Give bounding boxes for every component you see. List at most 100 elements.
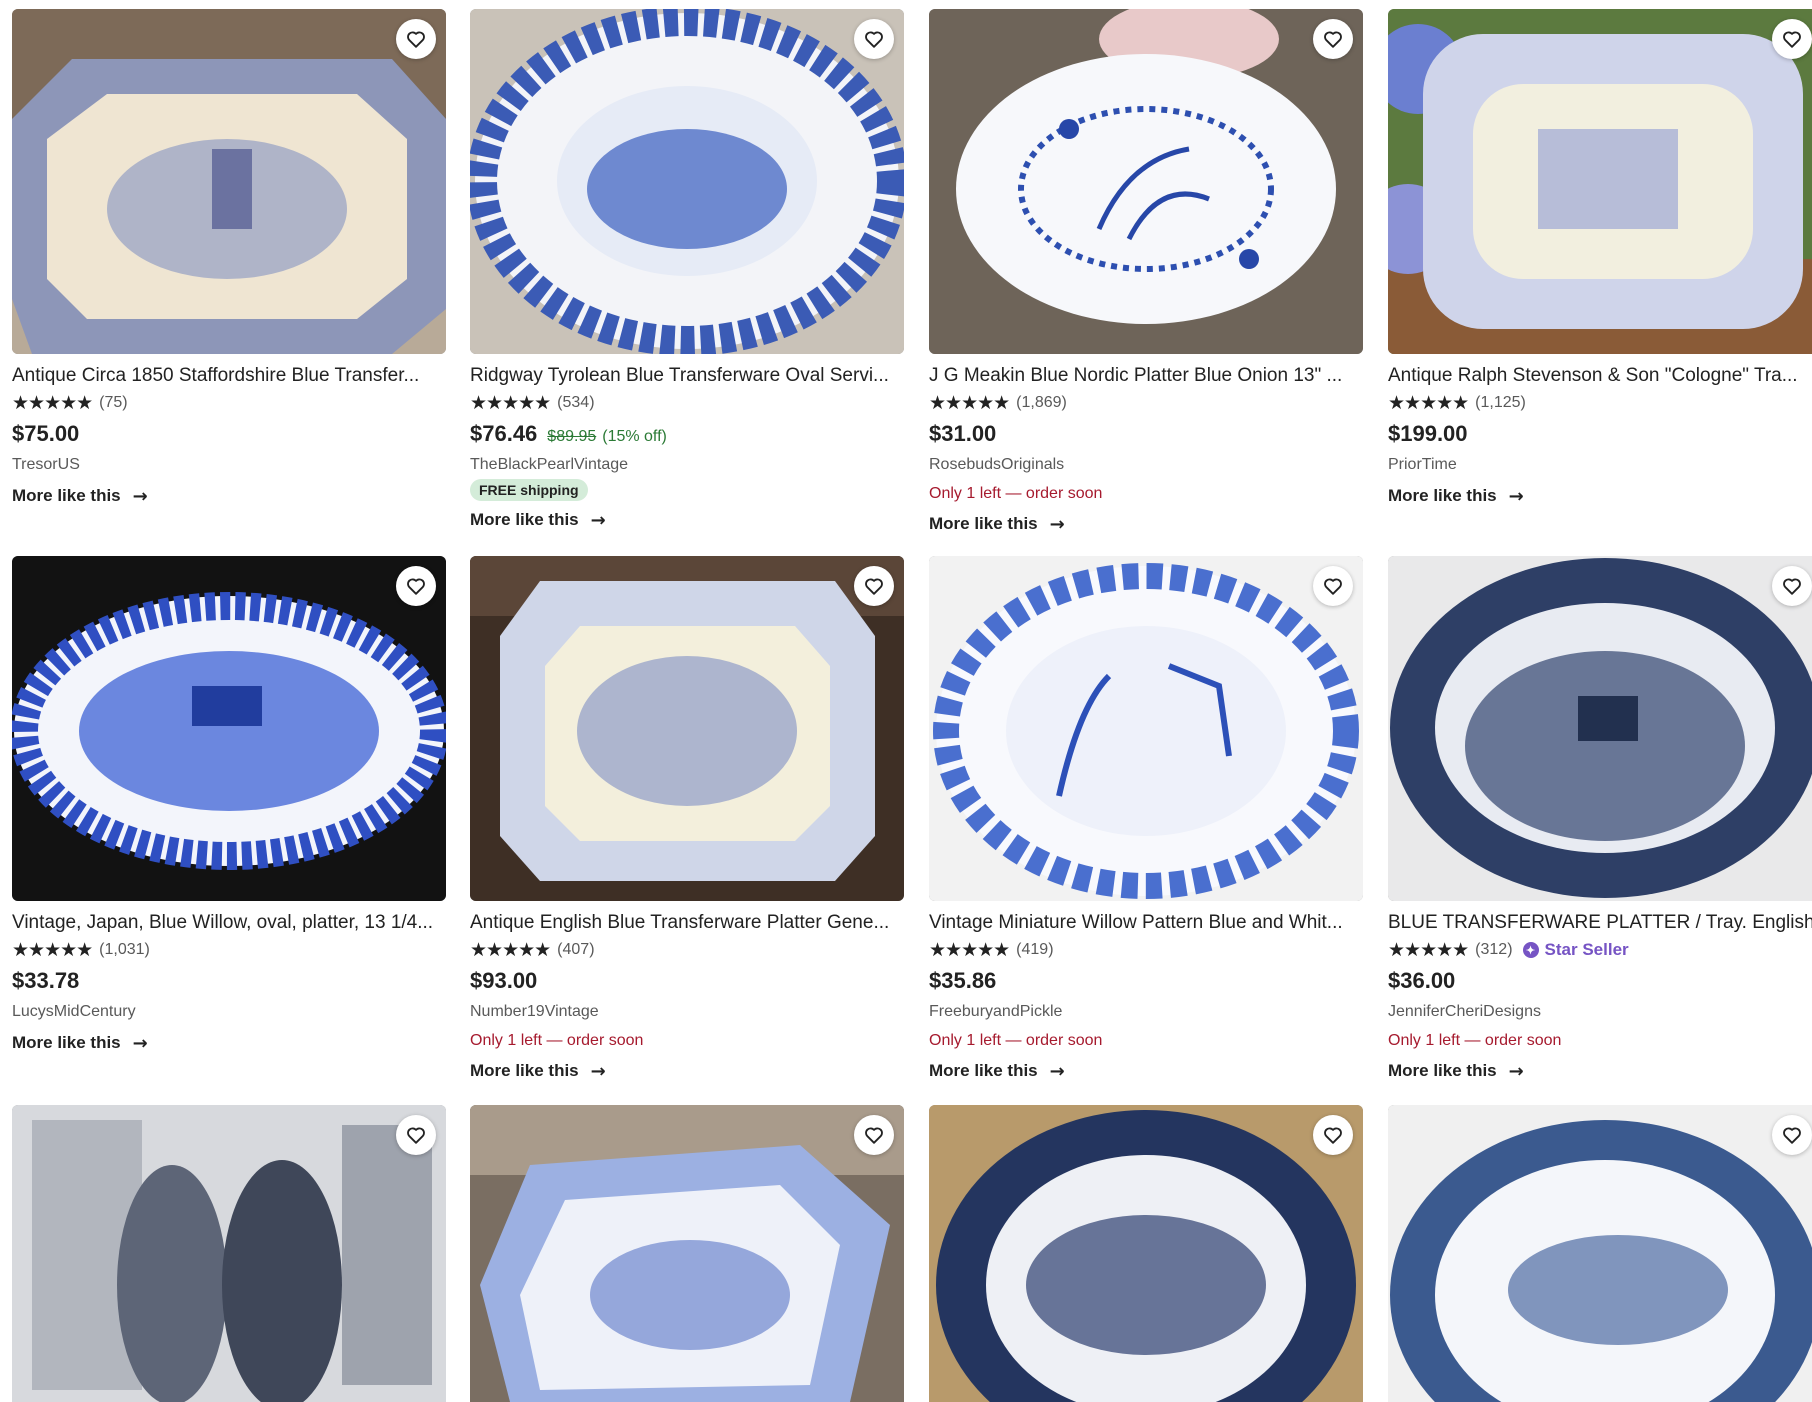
more-like-this-label: More like this: [929, 1061, 1038, 1080]
shop-name[interactable]: PriorTime: [1388, 453, 1812, 477]
more-like-this-button[interactable]: More like this →: [1388, 1058, 1812, 1084]
favorite-button[interactable]: [396, 1115, 436, 1155]
heart-outline-icon: [1783, 578, 1801, 595]
listing-card[interactable]: Vintage Miniature Willow Pattern Blue an…: [929, 556, 1363, 1084]
favorite-button[interactable]: [396, 19, 436, 59]
listing-image[interactable]: [12, 9, 446, 354]
arrow-right-icon: →: [1049, 513, 1065, 535]
arrow-right-icon: →: [590, 1060, 606, 1082]
listing-card[interactable]: [1388, 1105, 1812, 1402]
low-stock-notice: Only 1 left — order soon: [1388, 1032, 1562, 1049]
favorite-button[interactable]: [1313, 19, 1353, 59]
shop-name[interactable]: LucysMidCentury: [12, 1000, 446, 1024]
rating: ★★★★★ (1,869): [929, 391, 1363, 415]
arrow-right-icon: →: [1508, 1060, 1524, 1082]
favorite-button[interactable]: [396, 566, 436, 606]
listing-card[interactable]: Antique Ralph Stevenson & Son "Cologne" …: [1388, 9, 1812, 509]
listing-card[interactable]: Antique Circa 1850 Staffordshire Blue Tr…: [12, 9, 446, 509]
more-like-this-button[interactable]: More like this →: [12, 483, 446, 509]
listing-card[interactable]: Ridgway Tyrolean Blue Transferware Oval …: [470, 9, 904, 533]
listing-title[interactable]: BLUE TRANSFERWARE PLATTER / Tray. Englis…: [1388, 911, 1812, 935]
favorite-button[interactable]: [854, 19, 894, 59]
more-like-this-button[interactable]: More like this →: [12, 1030, 446, 1056]
heart-outline-icon: [1783, 31, 1801, 48]
shop-name[interactable]: TheBlackPearlVintage: [470, 453, 904, 477]
more-like-this-button[interactable]: More like this →: [470, 1058, 904, 1084]
discount: (15% off): [602, 428, 667, 445]
listing-image[interactable]: [1388, 1105, 1812, 1402]
more-like-this-label: More like this: [12, 486, 121, 505]
listing-title[interactable]: Antique English Blue Transferware Platte…: [470, 911, 904, 935]
favorite-button[interactable]: [1772, 19, 1812, 59]
listing-image[interactable]: [470, 1105, 904, 1402]
listing-title[interactable]: Ridgway Tyrolean Blue Transferware Oval …: [470, 364, 904, 388]
more-like-this-label: More like this: [470, 510, 579, 529]
listing-card[interactable]: [12, 1105, 446, 1402]
more-like-this-button[interactable]: More like this →: [929, 1058, 1363, 1084]
listing-card[interactable]: [470, 1105, 904, 1402]
price: $93.00: [470, 968, 538, 993]
rating-stars: ★★★★★: [470, 392, 551, 414]
shop-name[interactable]: JenniferCheriDesigns: [1388, 1000, 1812, 1024]
price-row: $93.00: [470, 968, 904, 996]
price-row: $199.00: [1388, 421, 1812, 449]
listing-card[interactable]: [929, 1105, 1363, 1402]
favorite-button[interactable]: [1313, 1115, 1353, 1155]
favorite-button[interactable]: [1772, 1115, 1812, 1155]
more-like-this-button[interactable]: More like this →: [1388, 483, 1812, 509]
arrow-right-icon: →: [590, 509, 606, 531]
listing-image[interactable]: [929, 9, 1363, 354]
price: $36.00: [1388, 968, 1456, 993]
listing-image[interactable]: [929, 1105, 1363, 1402]
favorite-button[interactable]: [854, 1115, 894, 1155]
favorite-button[interactable]: [1313, 566, 1353, 606]
price-row: $36.00: [1388, 968, 1812, 996]
listing-image[interactable]: [12, 556, 446, 901]
more-like-this-button[interactable]: More like this →: [929, 511, 1363, 537]
review-count: (1,125): [1475, 394, 1526, 411]
listing-image[interactable]: [1388, 556, 1812, 901]
listing-title[interactable]: Antique Ralph Stevenson & Son "Cologne" …: [1388, 364, 1812, 388]
shop-name[interactable]: TresorUS: [12, 453, 446, 477]
listing-image[interactable]: [1388, 9, 1812, 354]
favorite-button[interactable]: [1772, 566, 1812, 606]
free-shipping-badge: FREE shipping: [470, 479, 588, 501]
more-like-this-button[interactable]: More like this →: [470, 507, 904, 533]
rating-stars: ★★★★★: [929, 939, 1010, 961]
listing-image[interactable]: [470, 9, 904, 354]
listing-card[interactable]: Antique English Blue Transferware Platte…: [470, 556, 904, 1084]
heart-outline-icon: [1324, 1127, 1342, 1144]
favorite-button[interactable]: [854, 566, 894, 606]
more-like-this-label: More like this: [1388, 486, 1497, 505]
low-stock-notice: Only 1 left — order soon: [929, 485, 1103, 502]
listing-image[interactable]: [470, 556, 904, 901]
listing-card[interactable]: Vintage, Japan, Blue Willow, oval, platt…: [12, 556, 446, 1056]
rating: ★★★★★ (75): [12, 391, 446, 415]
rating: ★★★★★ (312) ✦ Star Seller: [1388, 938, 1812, 962]
rating: ★★★★★ (1,031): [12, 938, 446, 962]
listing-image[interactable]: [12, 1105, 446, 1402]
arrow-right-icon: →: [132, 485, 148, 507]
listing-title[interactable]: Vintage, Japan, Blue Willow, oval, platt…: [12, 911, 446, 935]
heart-outline-icon: [407, 578, 425, 595]
price-row: $35.86: [929, 968, 1363, 996]
rating: ★★★★★ (534): [470, 391, 904, 415]
listing-card[interactable]: BLUE TRANSFERWARE PLATTER / Tray. Englis…: [1388, 556, 1812, 1084]
listing-image[interactable]: [929, 556, 1363, 901]
shop-name[interactable]: Number19Vintage: [470, 1000, 904, 1024]
rating-stars: ★★★★★: [1388, 939, 1469, 961]
shop-name[interactable]: RosebudsOriginals: [929, 453, 1363, 477]
review-count: (534): [557, 394, 595, 411]
listing-title[interactable]: J G Meakin Blue Nordic Platter Blue Onio…: [929, 364, 1363, 388]
listing-card[interactable]: J G Meakin Blue Nordic Platter Blue Onio…: [929, 9, 1363, 537]
heart-outline-icon: [1324, 31, 1342, 48]
heart-outline-icon: [407, 1127, 425, 1144]
listing-title[interactable]: Antique Circa 1850 Staffordshire Blue Tr…: [12, 364, 446, 388]
shop-name[interactable]: FreeburyandPickle: [929, 1000, 1363, 1024]
price: $31.00: [929, 421, 997, 446]
review-count: (1,869): [1016, 394, 1067, 411]
rating-stars: ★★★★★: [470, 939, 551, 961]
listing-title[interactable]: Vintage Miniature Willow Pattern Blue an…: [929, 911, 1363, 935]
price-row: $75.00: [12, 421, 446, 449]
heart-outline-icon: [407, 31, 425, 48]
